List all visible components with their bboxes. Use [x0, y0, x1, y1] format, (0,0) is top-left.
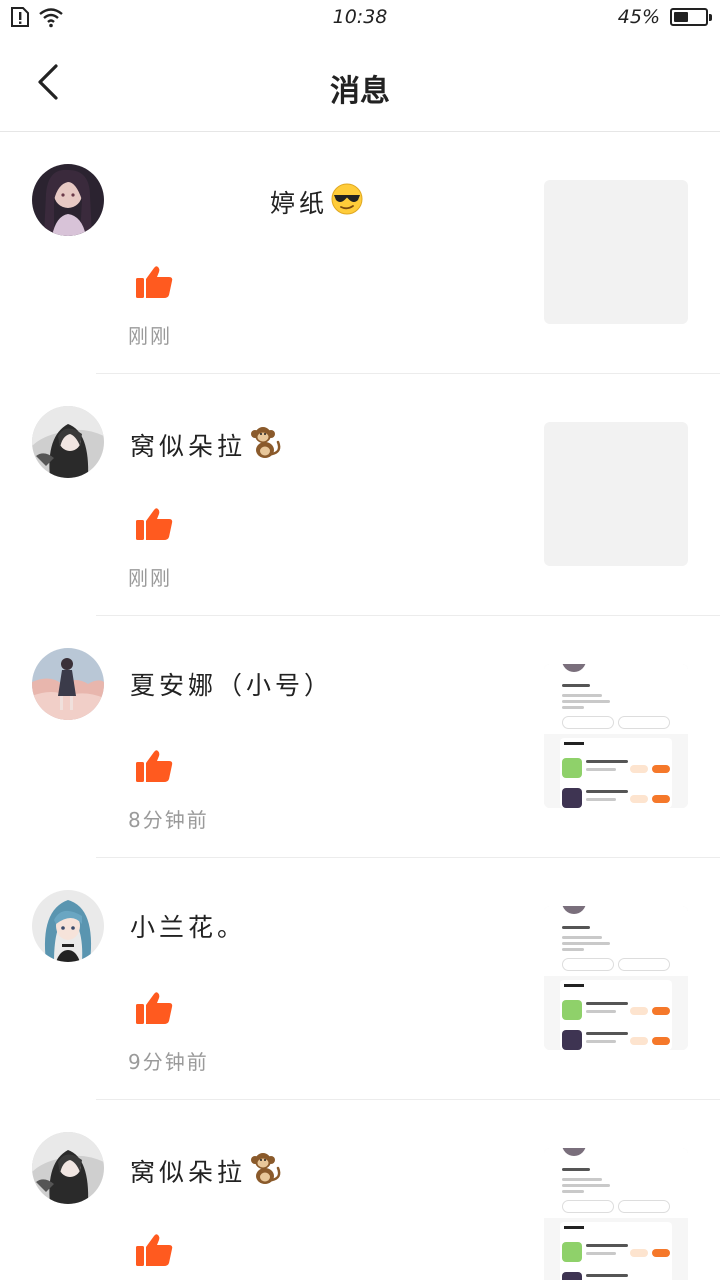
sender-name: 婷纸 — [270, 182, 364, 222]
post-thumbnail[interactable] — [544, 422, 688, 566]
sunglasses-emoji-icon — [330, 182, 364, 222]
sender-name-text: 窝似朵拉 — [130, 432, 247, 461]
battery-level — [674, 12, 688, 22]
message-time: 8分钟前 — [128, 808, 209, 832]
monkey-emoji-icon — [248, 1150, 282, 1192]
sender-name-text: 小兰花。 — [130, 913, 247, 942]
avatar[interactable] — [32, 164, 104, 236]
sender-name: 小兰花。 — [130, 908, 246, 944]
message-item[interactable]: 夏安娜（小号） 8分钟前 — [0, 616, 720, 858]
message-item[interactable]: 窝似朵拉 刚刚 — [0, 374, 720, 616]
message-list: 婷纸 刚刚 窝似朵拉 刚刚 夏安娜（小号） 8分钟前 小兰花。 9分钟前 窝似朵… — [0, 132, 720, 1280]
sender-name-text: 夏安娜（小号） — [130, 671, 334, 700]
message-item[interactable]: 窝似朵拉 — [0, 1100, 720, 1280]
message-time: 9分钟前 — [128, 1050, 209, 1074]
post-thumbnail[interactable] — [544, 1148, 688, 1280]
sender-name-text: 婷纸 — [270, 189, 329, 218]
avatar[interactable] — [32, 890, 104, 962]
nav-bar: 消息 — [0, 36, 720, 132]
message-time: 刚刚 — [128, 324, 172, 348]
avatar[interactable] — [32, 406, 104, 478]
battery-percent: 45% — [617, 6, 660, 28]
profile-screenshot-thumbnail — [544, 664, 688, 808]
status-bar: 10:38 45% — [0, 0, 720, 36]
avatar[interactable] — [32, 1132, 104, 1204]
profile-screenshot-thumbnail — [544, 906, 688, 1050]
thumbs-up-icon — [134, 262, 174, 302]
profile-screenshot-thumbnail — [544, 1148, 688, 1280]
message-item[interactable]: 婷纸 刚刚 — [0, 132, 720, 374]
sender-name-text: 窝似朵拉 — [130, 1158, 247, 1187]
battery-icon — [670, 8, 712, 26]
sender-name: 夏安娜（小号） — [130, 666, 333, 702]
page-title: 消息 — [330, 74, 390, 109]
thumbs-up-icon — [134, 504, 174, 544]
message-time: 刚刚 — [128, 566, 172, 590]
post-thumbnail[interactable] — [544, 180, 688, 324]
monkey-emoji-icon — [248, 424, 282, 466]
sender-name: 窝似朵拉 — [130, 1150, 282, 1192]
thumbs-up-icon — [134, 746, 174, 786]
post-thumbnail[interactable] — [544, 906, 688, 1050]
avatar[interactable] — [32, 648, 104, 720]
message-item[interactable]: 小兰花。 9分钟前 — [0, 858, 720, 1100]
sender-name: 窝似朵拉 — [130, 424, 282, 466]
thumbs-up-icon — [134, 1230, 174, 1270]
status-time: 10:38 — [332, 6, 388, 28]
thumbs-up-icon — [134, 988, 174, 1028]
post-thumbnail[interactable] — [544, 664, 688, 808]
